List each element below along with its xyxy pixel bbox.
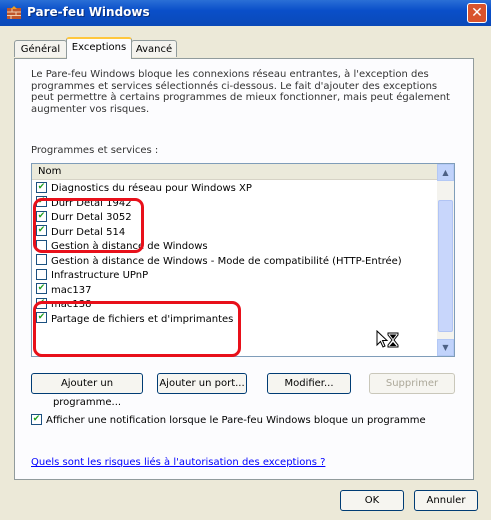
tab-exceptions[interactable]: Exceptions — [66, 37, 132, 59]
add-program-button[interactable]: Ajouter un programme... — [31, 373, 143, 408]
tab-general[interactable]: Général — [14, 40, 67, 57]
checkbox[interactable]: ✔ — [36, 297, 47, 309]
list-item-label: Infrastructure UPnP — [51, 270, 149, 281]
firewall-window: Pare-feu Windows ✕ Général Exceptions Av… — [0, 0, 491, 520]
scroll-up-icon[interactable]: ▲ — [437, 164, 454, 181]
close-button[interactable]: ✕ — [467, 3, 487, 23]
list-scrollbar[interactable]: ▲ ▼ — [437, 164, 454, 356]
list-item-label: Durr Detal 1942 — [51, 197, 132, 209]
intro-text: Le Pare-feu Windows bloque les connexion… — [31, 69, 450, 115]
tab-advanced[interactable]: Avancé — [131, 40, 177, 57]
list-item-label: Gestion à distance de Windows — [51, 241, 208, 252]
list-item[interactable]: Gestion à distance de Windows — [36, 239, 438, 255]
checkbox[interactable]: ✔ — [36, 283, 47, 294]
window-title: Pare-feu Windows — [27, 5, 150, 19]
cancel-button[interactable]: Annuler — [414, 490, 478, 511]
checkbox[interactable] — [36, 254, 47, 265]
risk-info-link[interactable]: Quels sont les risques liés à l'autorisa… — [31, 457, 325, 468]
list-item[interactable]: ✔ mac138 — [36, 297, 438, 313]
checkbox[interactable]: ✔ — [36, 225, 47, 236]
list-item-label: mac138 — [51, 299, 92, 310]
checkbox[interactable] — [36, 239, 47, 251]
firewall-brick-icon — [7, 6, 21, 19]
notify-option[interactable]: ✔ Afficher une notification lorsque le Pa… — [31, 413, 426, 426]
scroll-down-icon[interactable]: ▼ — [437, 339, 454, 356]
list-item-label: Durr Detal 514 — [51, 226, 126, 238]
list-item[interactable]: Gestion à distance de Windows - Mode de … — [36, 254, 438, 270]
list-rows: ✔ Diagnostics du réseau pour Windows XP ✔… — [36, 181, 438, 328]
delete-button: Supprimer — [369, 373, 455, 394]
list-item-label: Durr Detal 3052 — [51, 212, 132, 223]
notify-checkbox[interactable]: ✔ — [31, 413, 42, 425]
modify-button[interactable]: Modifier... — [267, 373, 351, 394]
list-item[interactable]: ✔ Diagnostics du réseau pour Windows XP — [36, 181, 438, 197]
exceptions-panel: Le Pare-feu Windows bloque les connexion… — [14, 58, 474, 480]
checkbox[interactable]: ✔ — [36, 196, 47, 207]
checkbox[interactable]: ✔ — [36, 210, 47, 222]
notify-label: Afficher une notification lorsque le Par… — [46, 415, 426, 426]
close-x-icon: ✕ — [471, 5, 483, 21]
list-item-label: Diagnostics du réseau pour Windows XP — [51, 183, 252, 194]
programs-list[interactable]: Nom ✔ Diagnostics du réseau pour Windows … — [31, 163, 455, 357]
column-header-name[interactable]: Nom — [32, 164, 438, 180]
list-item[interactable]: ✔ Durr Detal 1942 — [36, 196, 438, 212]
list-item[interactable]: ✔ Partage de fichiers et d'imprimantes — [36, 312, 438, 328]
list-item-label: Gestion à distance de Windows - Mode de … — [51, 255, 402, 267]
ok-button[interactable]: OK — [340, 490, 404, 511]
checkbox[interactable] — [36, 268, 47, 280]
list-item[interactable]: ✔ mac137 — [36, 283, 438, 299]
checkbox[interactable]: ✔ — [36, 312, 47, 323]
list-item[interactable]: ✔ Durr Detal 3052 — [36, 210, 438, 226]
list-item[interactable]: ✔ Durr Detal 514 — [36, 225, 438, 241]
list-item-label: mac137 — [51, 284, 92, 296]
programs-label: Programmes et services : — [31, 145, 159, 156]
list-item-label: Partage de fichiers et d'imprimantes — [51, 313, 234, 325]
add-port-button[interactable]: Ajouter un port... — [157, 373, 247, 394]
checkbox[interactable]: ✔ — [36, 181, 47, 193]
list-item[interactable]: Infrastructure UPnP — [36, 268, 438, 284]
title-bar[interactable]: Pare-feu Windows ✕ — [0, 0, 491, 26]
scroll-thumb[interactable] — [438, 200, 453, 332]
busy-cursor-icon — [376, 330, 399, 348]
